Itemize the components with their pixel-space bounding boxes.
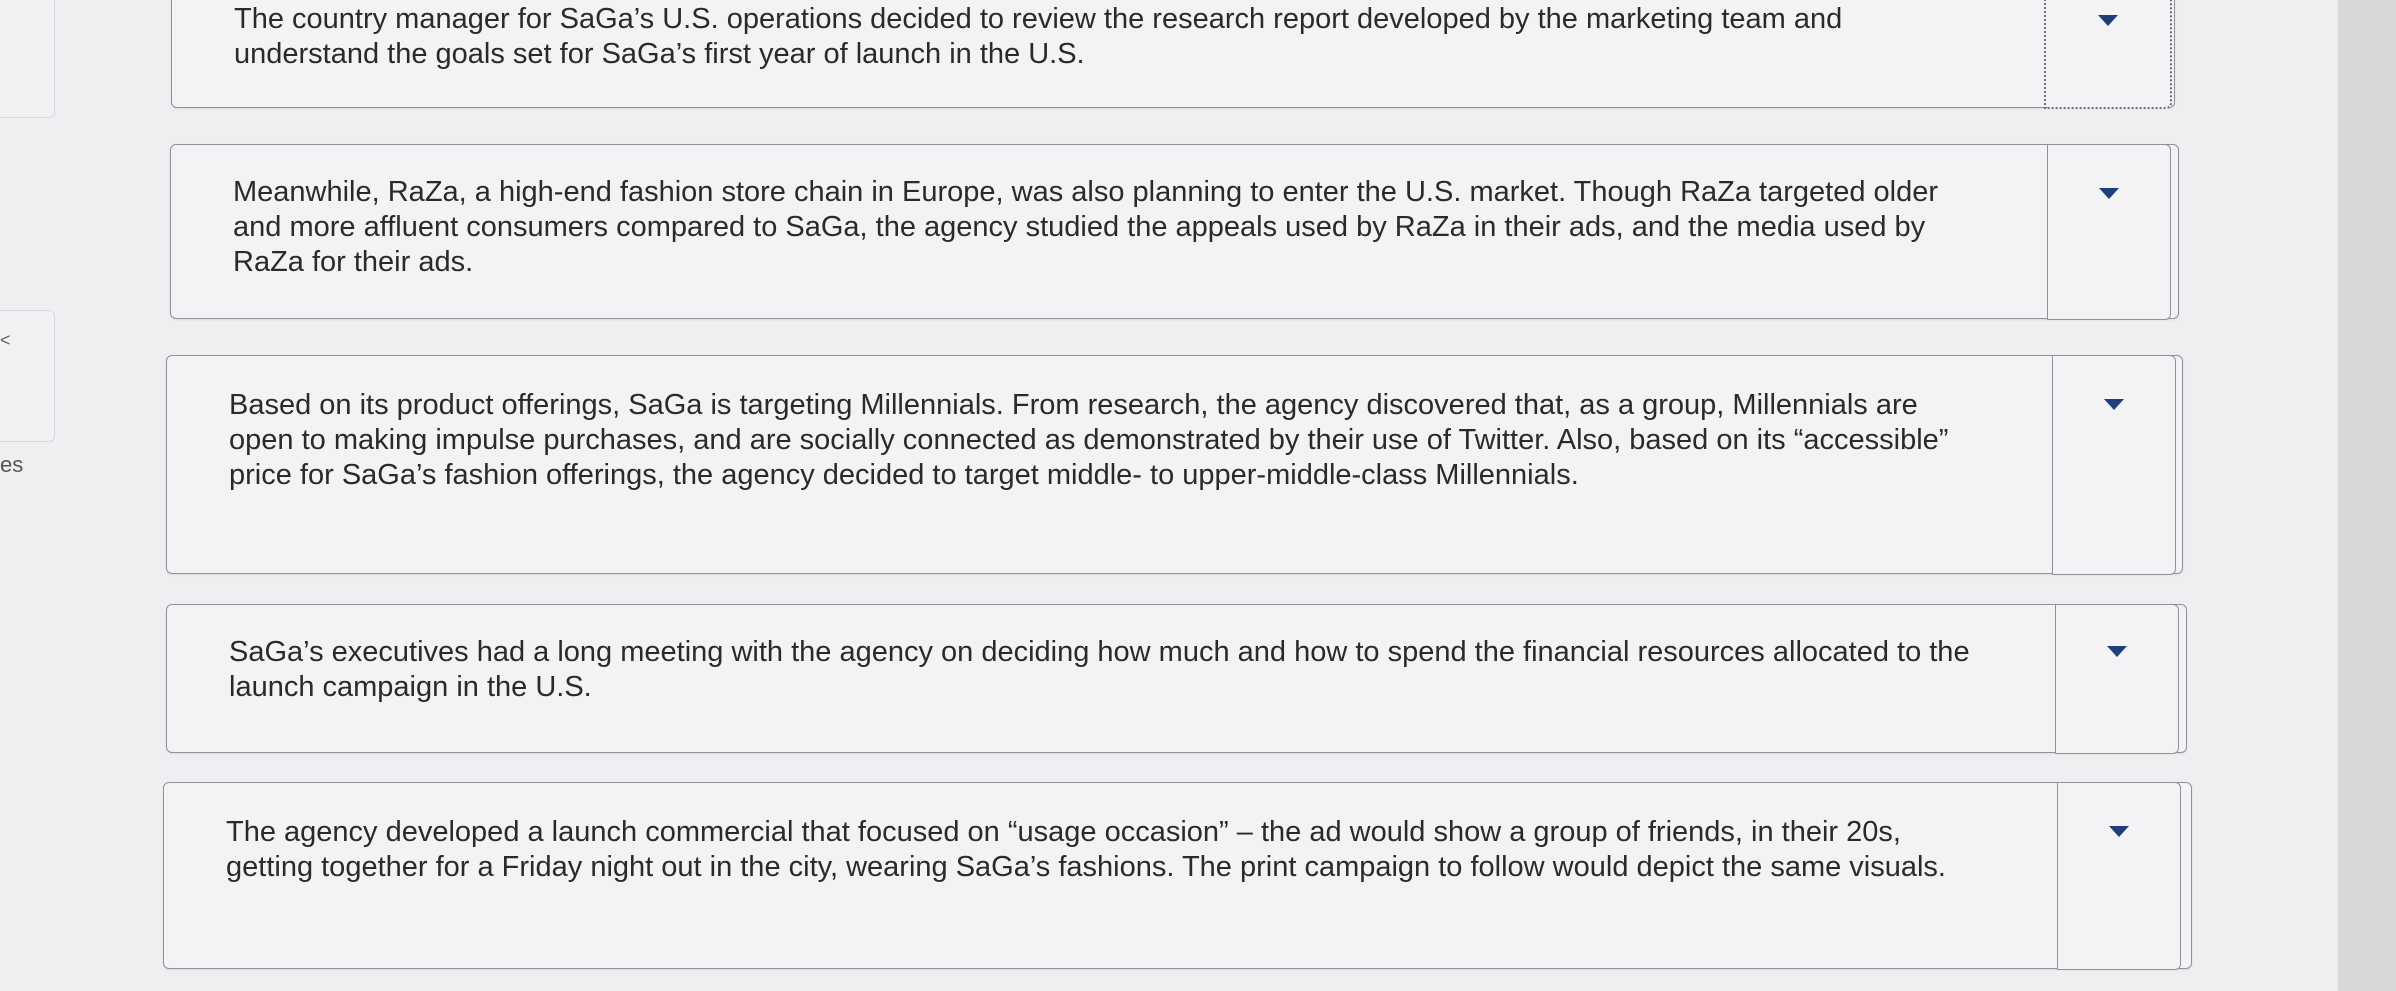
statement-item-1: The country manager for SaGa’s U.S. oper… — [171, 0, 2175, 109]
right-margin — [2338, 0, 2396, 991]
category-dropdown-3[interactable] — [2052, 354, 2176, 575]
category-dropdown-4[interactable] — [2055, 603, 2179, 754]
dropdown-arrow-icon — [2109, 825, 2129, 837]
statement-item-3: Based on its product offerings, SaGa is … — [166, 354, 2183, 575]
dropdown-arrow-icon — [2098, 14, 2118, 26]
category-dropdown-5[interactable] — [2057, 781, 2181, 970]
statement-text-1: The country manager for SaGa’s U.S. oper… — [234, 3, 1843, 70]
category-dropdown-1[interactable] — [2044, 0, 2172, 109]
statement-item-4: SaGa’s executives had a long meeting wit… — [166, 603, 2187, 754]
statement-text-2: Meanwhile, RaZa, a high-end fashion stor… — [233, 176, 1939, 278]
statement-item-5: The agency developed a launch commercial… — [163, 781, 2192, 970]
left-sidebar: < es — [0, 0, 108, 991]
dropdown-arrow-icon — [2104, 398, 2124, 410]
dropdown-arrow-icon — [2107, 645, 2127, 657]
statement-item-2: Meanwhile, RaZa, a high-end fashion stor… — [170, 143, 2179, 320]
statement-text-4: SaGa’s executives had a long meeting wit… — [229, 636, 1970, 703]
category-dropdown-2[interactable] — [2047, 143, 2171, 320]
sidebar-tab-top[interactable] — [0, 0, 55, 118]
statement-text-5: The agency developed a launch commercial… — [226, 816, 1946, 883]
matching-panel: The country manager for SaGa’s U.S. oper… — [108, 0, 2338, 991]
sidebar-label: es — [0, 452, 24, 477]
statement-text-3: Based on its product offerings, SaGa is … — [229, 389, 1949, 491]
dropdown-arrow-icon — [2099, 187, 2119, 199]
sidebar-caret-icon: < — [0, 330, 11, 350]
